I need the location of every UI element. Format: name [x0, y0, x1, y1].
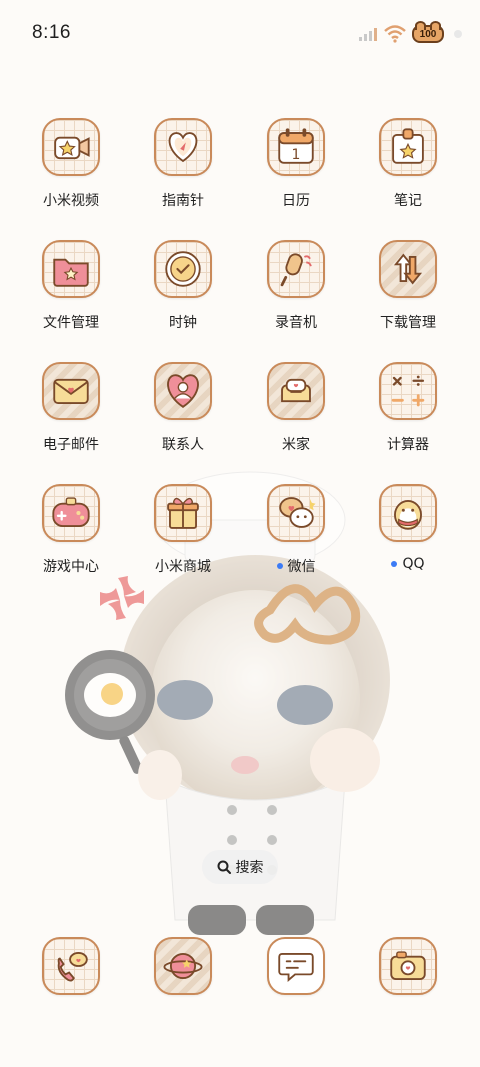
app-label: 下载管理 [380, 315, 436, 331]
search-button[interactable]: 搜索 [202, 850, 278, 884]
phone-heart-icon [42, 937, 100, 995]
camera-heart-icon [379, 937, 437, 995]
app-label: 电子邮件 [43, 437, 99, 453]
dock-app-messages[interactable] [240, 937, 352, 995]
wechat-bubble-icon [267, 484, 325, 542]
app-clock[interactable]: 时钟 [127, 240, 239, 332]
status-icons: 100 [358, 21, 462, 46]
app-label: 时钟 [169, 315, 197, 331]
app-recorder[interactable]: 录音机 [240, 240, 352, 332]
calendar-day: 1 [292, 147, 301, 163]
app-label: 米家 [282, 437, 310, 453]
dock-app-phone[interactable] [15, 937, 127, 995]
app-contacts[interactable]: 联系人 [127, 362, 239, 454]
sofa-icon [267, 362, 325, 420]
app-label: 录音机 [275, 315, 317, 331]
planet-star-icon [154, 937, 212, 995]
wifi-icon [384, 25, 406, 43]
status-time: 8:16 [32, 22, 71, 43]
app-label: 微信 [287, 559, 316, 575]
status-bar: 8:16 100 [0, 0, 480, 70]
new-badge-dot [391, 561, 398, 567]
app-label: 日历 [282, 193, 310, 209]
gamepad-icon [42, 484, 100, 542]
folder-star-icon [42, 240, 100, 298]
download-arrows-icon [379, 240, 437, 298]
microphone-icon [267, 240, 325, 298]
new-badge-dot [276, 563, 283, 569]
gift-box-icon [154, 484, 212, 542]
penguin-icon [379, 484, 437, 542]
app-label: 联系人 [162, 437, 204, 453]
app-label: 文件管理 [43, 315, 99, 331]
app-label: 计算器 [387, 437, 429, 453]
status-indicator-dot [454, 30, 462, 38]
app-email[interactable]: 电子邮件 [15, 362, 127, 454]
calendar-icon: 1 [267, 118, 325, 176]
app-mi-store[interactable]: 小米商城 [127, 484, 239, 576]
app-mi-home[interactable]: 米家 [240, 362, 352, 454]
app-wechat[interactable]: 微信 [240, 484, 352, 576]
notes-icon [379, 118, 437, 176]
app-qq[interactable]: QQ [352, 484, 464, 572]
message-bubble-icon [267, 937, 325, 995]
search-icon [217, 860, 231, 874]
video-camera-icon [42, 118, 100, 176]
cellular-signal-icon [359, 28, 377, 41]
app-label: 笔记 [394, 193, 422, 209]
app-calculator[interactable]: 计算器 [352, 362, 464, 454]
app-calendar[interactable]: 1 日历 [240, 118, 352, 210]
app-notes[interactable]: 笔记 [352, 118, 464, 210]
app-label: QQ [402, 556, 425, 572]
app-label: 游戏中心 [43, 559, 99, 575]
app-label: 小米视频 [43, 193, 99, 209]
app-compass[interactable]: 指南针 [127, 118, 239, 210]
compass-heart-icon [154, 118, 212, 176]
calculator-icon [379, 362, 437, 420]
dock-app-browser[interactable] [127, 937, 239, 995]
contact-heart-icon [154, 362, 212, 420]
app-label: 小米商城 [155, 559, 211, 575]
search-label: 搜索 [235, 860, 264, 876]
envelope-heart-icon [42, 362, 100, 420]
dock-app-camera[interactable] [352, 937, 464, 995]
app-xiaomi-video[interactable]: 小米视频 [15, 118, 127, 210]
app-file-manager[interactable]: 文件管理 [15, 240, 127, 332]
app-label: 指南针 [162, 193, 204, 209]
app-game-center[interactable]: 游戏中心 [15, 484, 127, 576]
battery-icon: 100 [412, 21, 444, 43]
clock-icon [154, 240, 212, 298]
app-downloads[interactable]: 下载管理 [352, 240, 464, 332]
